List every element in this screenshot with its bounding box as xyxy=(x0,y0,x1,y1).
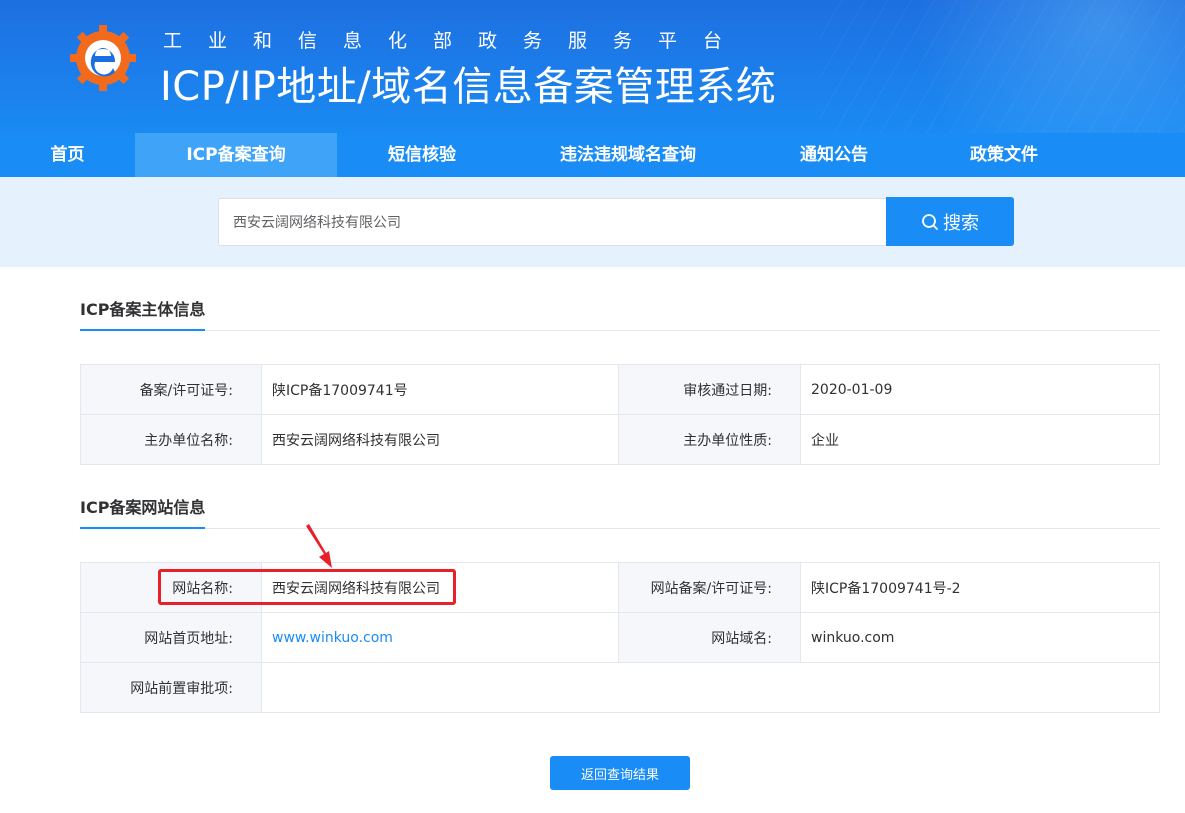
table-value: 2020-01-09 xyxy=(800,364,1160,415)
table-value: 陕ICP备17009741号 xyxy=(261,364,619,415)
nav-item-notices[interactable]: 通知公告 xyxy=(749,133,919,177)
nav-item-policy-docs[interactable]: 政策文件 xyxy=(919,133,1089,177)
website-homepage-link[interactable]: www.winkuo.com xyxy=(272,630,393,646)
platform-subtitle: 工业和信息化部政务服务平台 xyxy=(163,30,749,52)
table-label: 审核通过日期: xyxy=(618,364,801,415)
table-label: 主办单位性质: xyxy=(618,414,801,465)
table-value: www.winkuo.com xyxy=(261,612,619,663)
table-label: 备案/许可证号: xyxy=(80,364,262,415)
main-nav: 首页 ICP备案查询 短信核验 违法违规域名查询 通知公告 政策文件 xyxy=(0,133,1185,177)
website-section-header: ICP备案网站信息 xyxy=(80,489,1160,529)
table-value: 企业 xyxy=(800,414,1160,465)
subject-section-header: ICP备案主体信息 xyxy=(80,291,1160,331)
table-value xyxy=(261,662,1160,713)
table-value: 陕ICP备17009741号-2 xyxy=(800,562,1160,613)
table-row: 主办单位名称: 西安云阔网络科技有限公司 主办单位性质: 企业 xyxy=(80,414,1160,465)
search-button[interactable]: 搜索 xyxy=(886,197,1014,246)
nav-item-home[interactable]: 首页 xyxy=(0,133,135,177)
table-row: 网站前置审批项: xyxy=(80,662,1160,713)
header-banner: 工业和信息化部政务服务平台 ICP/IP地址/域名信息备案管理系统 xyxy=(0,0,1185,133)
search-input[interactable] xyxy=(218,198,886,246)
gear-e-logo-icon xyxy=(70,25,136,91)
subject-info-table: 备案/许可证号: 陕ICP备17009741号 审核通过日期: 2020-01-… xyxy=(80,364,1160,465)
website-section-title: ICP备案网站信息 xyxy=(80,489,206,529)
search-icon xyxy=(922,213,938,230)
back-to-results-button[interactable]: 返回查询结果 xyxy=(550,756,690,790)
system-title: ICP/IP地址/域名信息备案管理系统 xyxy=(160,64,777,110)
search-area: 搜索 xyxy=(0,177,1185,267)
nav-item-sms-verify[interactable]: 短信核验 xyxy=(337,133,507,177)
subject-section-title: ICP备案主体信息 xyxy=(80,291,206,331)
table-row: 备案/许可证号: 陕ICP备17009741号 审核通过日期: 2020-01-… xyxy=(80,364,1160,415)
table-label: 主办单位名称: xyxy=(80,414,262,465)
search-button-label: 搜索 xyxy=(943,212,979,234)
table-label: 网站域名: xyxy=(618,612,801,663)
table-label: 网站备案/许可证号: xyxy=(618,562,801,613)
nav-item-icp-query[interactable]: ICP备案查询 xyxy=(135,133,337,177)
table-row: 网站首页地址: www.winkuo.com 网站域名: winkuo.com xyxy=(80,612,1160,663)
highlight-annotation-box xyxy=(158,569,456,605)
table-value: winkuo.com xyxy=(800,612,1160,663)
table-label: 网站前置审批项: xyxy=(80,662,262,713)
red-arrow-annotation-icon xyxy=(306,524,332,568)
table-label: 网站首页地址: xyxy=(80,612,262,663)
nav-item-illegal-domain-query[interactable]: 违法违规域名查询 xyxy=(507,133,749,177)
table-value: 西安云阔网络科技有限公司 xyxy=(261,414,619,465)
banner-stripe-decoration xyxy=(820,0,1185,133)
